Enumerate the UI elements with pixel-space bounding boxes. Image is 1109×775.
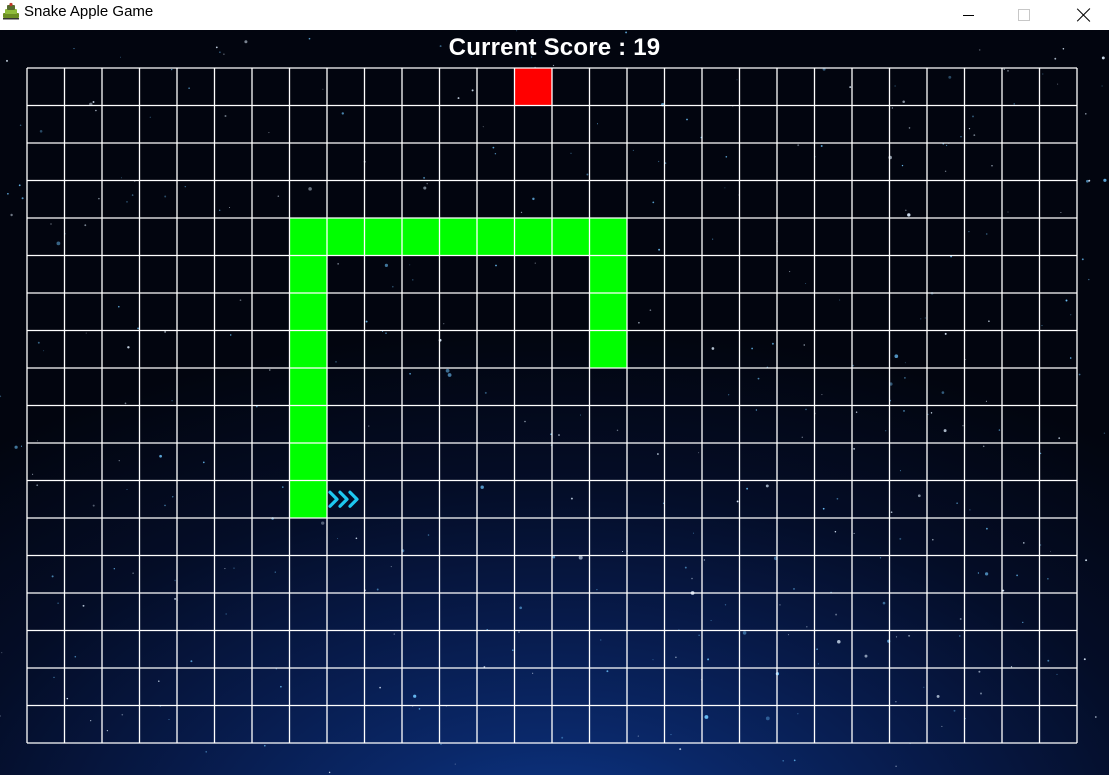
direction-arrow-icon <box>328 490 359 508</box>
apple <box>514 68 552 106</box>
snake-segment <box>327 218 365 256</box>
snake-segment <box>589 293 627 331</box>
snake-segment <box>589 255 627 293</box>
snake-head <box>289 480 327 518</box>
grid-lines <box>26 67 1078 744</box>
snake-segment <box>589 330 627 368</box>
game-board <box>26 67 1078 744</box>
snake-segment <box>289 443 327 481</box>
chevron-right-icon <box>348 490 359 508</box>
maximize-icon <box>1018 9 1030 21</box>
minimize-icon <box>962 14 974 16</box>
window-title: Snake Apple Game <box>24 3 154 20</box>
close-icon <box>1077 8 1091 22</box>
maximize-button[interactable] <box>1001 0 1047 30</box>
snake-segment <box>289 218 327 256</box>
chevron-right-icon <box>328 490 339 508</box>
snake-segment <box>402 218 440 256</box>
snake-segment <box>289 368 327 406</box>
snake-segment <box>289 330 327 368</box>
snake-segment <box>289 293 327 331</box>
game-canvas[interactable]: Current Score : 19 <box>0 30 1109 775</box>
close-button[interactable] <box>1061 0 1107 30</box>
chevron-right-icon <box>338 490 349 508</box>
snake-segment <box>289 255 327 293</box>
snake-segment <box>364 218 402 256</box>
snake-segment <box>439 218 477 256</box>
snake-segment <box>552 218 590 256</box>
snake-segment <box>514 218 552 256</box>
game-window: Snake Apple Game Current Score : 19 <box>0 0 1109 775</box>
snake-game-icon <box>3 2 19 20</box>
minimize-button[interactable] <box>945 0 991 30</box>
snake-segment <box>477 218 515 256</box>
snake-segment <box>589 218 627 256</box>
snake-segment <box>289 405 327 443</box>
title-bar[interactable]: Snake Apple Game <box>0 0 1109 30</box>
